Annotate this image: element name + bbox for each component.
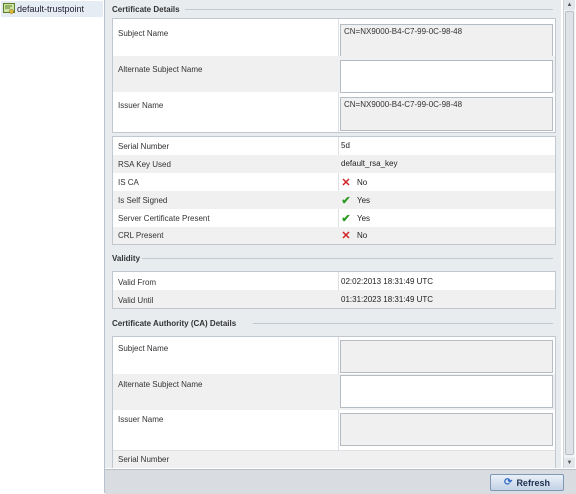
check-icon: ✔ <box>341 213 351 225</box>
refresh-button[interactable]: ⟳ Refresh <box>490 474 564 491</box>
ca-details-title: Certificate Authority (CA) Details <box>112 319 237 328</box>
main-panel: Certificate Details Subject Name CN=NX90… <box>105 0 561 468</box>
property-label: Serial Number <box>118 142 170 151</box>
ca-subject-name-label: Subject Name <box>118 344 169 353</box>
tree-item-label: default-trustpoint <box>17 4 85 14</box>
scrollbar-thumb[interactable] <box>565 11 574 455</box>
property-value: default_rsa_key <box>341 159 398 168</box>
property-row: RSA Key Used default_rsa_key <box>113 155 555 173</box>
property-label: CRL Present <box>118 231 164 240</box>
property-row: Server Certificate Present ✔ Yes <box>113 209 555 227</box>
ca-issuer-name-row: Issuer Name <box>113 411 555 449</box>
alternate-subject-name-row: Alternate Subject Name <box>113 56 555 93</box>
vertical-scrollbar[interactable]: ▲ ▼ <box>563 0 575 468</box>
property-label: IS CA <box>118 178 139 187</box>
ca-alternate-subject-name-field <box>340 375 553 408</box>
tree-panel: default-trustpoint <box>0 0 105 493</box>
section-divider <box>142 258 553 259</box>
property-value: Yes <box>357 196 371 205</box>
certificate-names-box: Subject Name CN=NX9000-B4-C7-99-0C-98-48… <box>112 18 556 133</box>
property-value: No <box>357 231 368 240</box>
footer-bar: ⟳ Refresh <box>105 469 576 494</box>
property-value-cell: ✔ Yes <box>341 194 370 207</box>
issuer-name-label: Issuer Name <box>118 101 164 110</box>
ca-serial-number-label: Serial Number <box>118 455 170 464</box>
property-row: IS CA ✕ No <box>113 173 555 191</box>
property-value-cell: ✕ No <box>341 176 367 189</box>
property-value-cell: ✔ Yes <box>341 212 370 225</box>
property-label: RSA Key Used <box>118 160 171 169</box>
scroll-up-arrow-icon[interactable]: ▲ <box>564 0 575 10</box>
x-icon: ✕ <box>341 230 351 242</box>
check-icon: ✔ <box>341 195 351 207</box>
property-value: 5d <box>341 141 350 150</box>
property-row: Is Self Signed ✔ Yes <box>113 191 555 209</box>
property-value: Yes <box>357 214 371 223</box>
subject-name-label: Subject Name <box>118 29 169 38</box>
ca-subject-name-row: Subject Name <box>113 337 555 373</box>
validity-title: Validity <box>112 254 141 263</box>
issuer-name-row: Issuer Name CN=NX9000-B4-C7-99-0C-98-48 <box>113 93 555 131</box>
refresh-label: Refresh <box>516 477 550 488</box>
ca-alternate-subject-name-label: Alternate Subject Name <box>118 380 203 389</box>
x-icon: ✕ <box>341 177 351 189</box>
scroll-down-arrow-icon[interactable]: ▼ <box>564 458 575 468</box>
property-row: Serial Number 5d <box>113 137 555 155</box>
alternate-subject-name-field <box>340 60 553 93</box>
validity-row: Valid From 02:02:2013 18:31:49 UTC <box>113 272 555 290</box>
valid-until-label: Valid Until <box>118 296 154 305</box>
property-row: CRL Present ✕ No <box>113 227 555 244</box>
valid-from-label: Valid From <box>118 278 157 287</box>
subject-name-row: Subject Name CN=NX9000-B4-C7-99-0C-98-48 <box>113 19 555 57</box>
property-label: Is Self Signed <box>118 196 168 205</box>
certificate-properties-box: Serial Number 5d RSA Key Used default_rs… <box>112 136 556 245</box>
subject-name-field: CN=NX9000-B4-C7-99-0C-98-48 <box>340 24 553 57</box>
certificate-details-title: Certificate Details <box>112 5 180 14</box>
valid-until-value: 01:31:2023 18:31:49 UTC <box>341 295 434 304</box>
validity-row: Valid Until 01:31:2023 18:31:49 UTC <box>113 290 555 308</box>
section-divider <box>185 9 553 10</box>
validity-box: Valid From 02:02:2013 18:31:49 UTC Valid… <box>112 271 556 309</box>
ca-subject-name-field <box>340 340 553 373</box>
ca-alternate-subject-name-row: Alternate Subject Name <box>113 374 555 410</box>
refresh-icon: ⟳ <box>504 477 513 488</box>
property-label: Server Certificate Present <box>118 214 210 223</box>
tree-item-default-trustpoint[interactable]: default-trustpoint <box>1 1 103 17</box>
alternate-subject-name-label: Alternate Subject Name <box>118 65 203 74</box>
ca-issuer-name-field <box>340 413 553 446</box>
ca-serial-number-row: Serial Number <box>113 450 555 468</box>
section-divider <box>253 323 553 324</box>
ca-issuer-name-label: Issuer Name <box>118 415 164 424</box>
ca-details-box: Subject Name Alternate Subject Name Issu… <box>112 336 556 468</box>
property-value: No <box>357 178 368 187</box>
property-value-cell: ✕ No <box>341 229 367 242</box>
valid-from-value: 02:02:2013 18:31:49 UTC <box>341 277 434 286</box>
certificate-icon <box>3 3 15 14</box>
issuer-name-field: CN=NX9000-B4-C7-99-0C-98-48 <box>340 97 553 131</box>
